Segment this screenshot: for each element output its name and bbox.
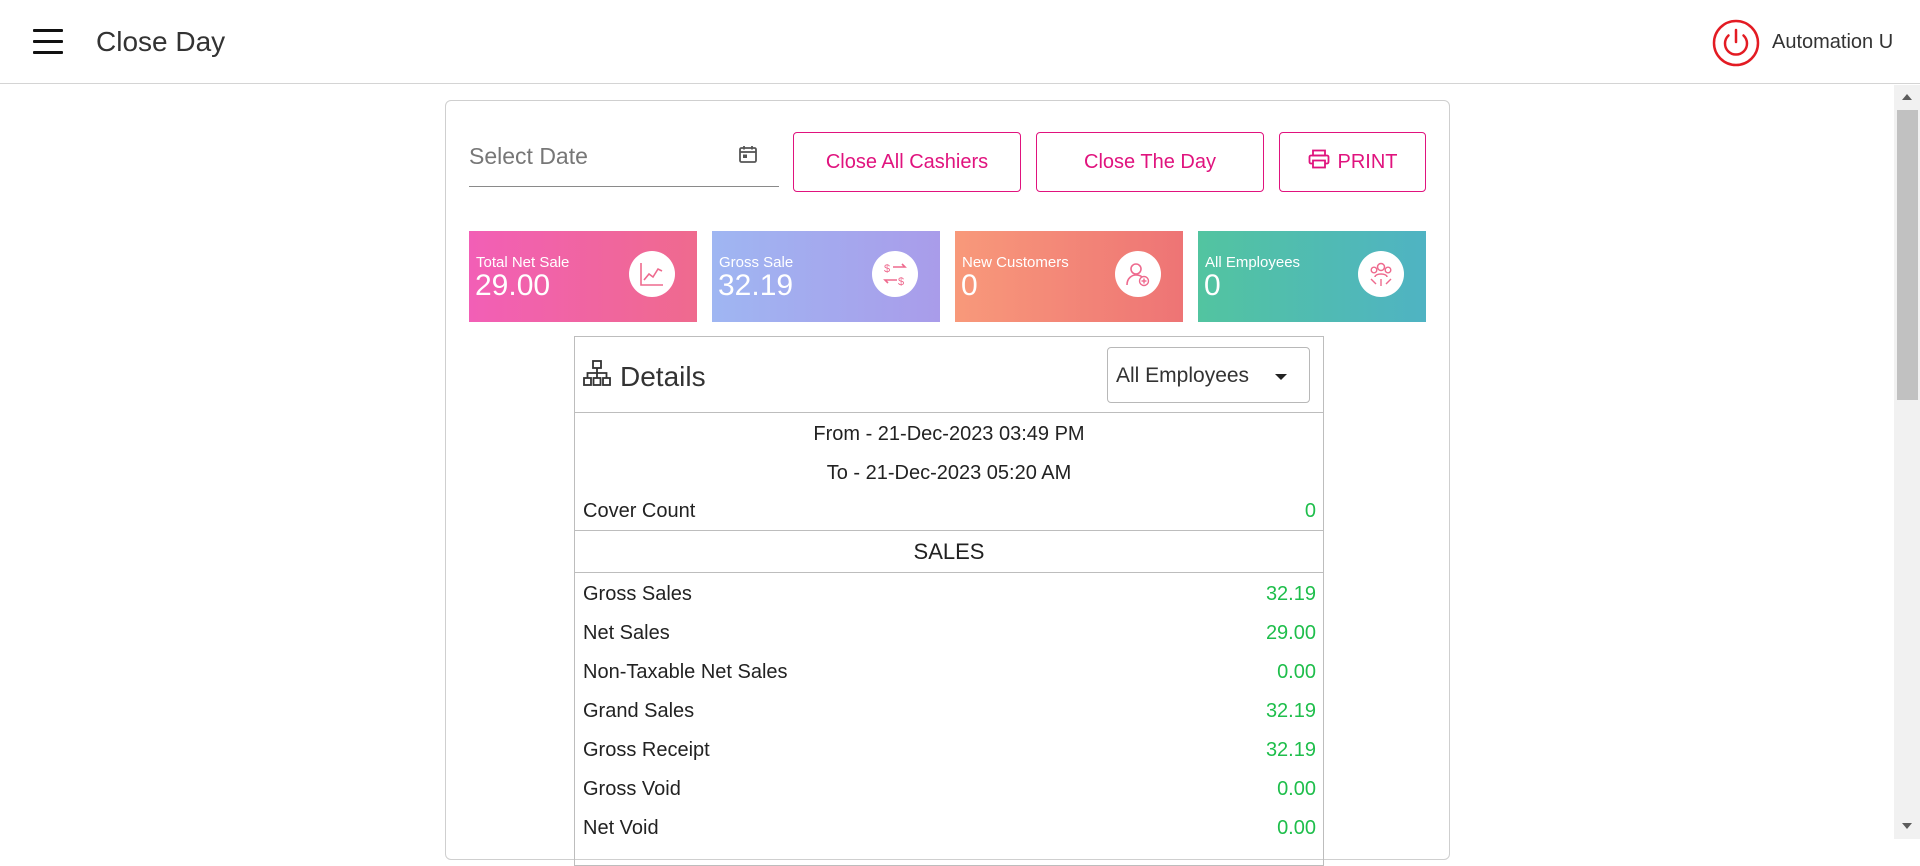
tile-value: 29.00 [475,269,551,302]
row-value: 29.00 [1265,622,1316,644]
team-icon [1358,251,1404,297]
cover-count-row: Cover Count 0 [575,496,1323,526]
details-title: Details [620,361,706,392]
table-row: Grand Sales 32.19 [575,696,1323,726]
row-label: Gross Void [583,778,681,800]
table-row: Non-Taxable Net Sales 0.00 [575,657,1323,687]
tile-value: 0 [961,269,978,302]
tile-value: 32.19 [718,269,794,302]
range-from: From - 21-Dec-2023 03:49 PM [813,423,1085,445]
row-value: 0 [1304,500,1316,522]
table-row: Gross Sales 32.19 [575,579,1323,609]
row-value: 32.19 [1265,583,1316,605]
printer-icon [1308,149,1330,175]
sales-heading: SALES [575,530,1323,573]
row-label: Grand Sales [583,700,695,722]
table-row: Gross Void 0.00 [575,774,1323,804]
print-label: PRINT [1337,150,1398,173]
scroll-thumb[interactable] [1897,110,1918,400]
close-the-day-button[interactable]: Close The Day [1036,132,1264,192]
total-net-sale-tile: Total Net Sale 29.00 [469,231,697,322]
table-row: Net Sales 29.00 [575,618,1323,648]
range-to: To - 21-Dec-2023 05:20 AM [826,462,1072,484]
sitemap-icon [583,359,611,387]
hamburger-menu-icon[interactable] [30,24,66,60]
svg-text:$: $ [884,263,890,275]
all-employees-tile: All Employees 0 [1198,231,1426,322]
row-value: 0.00 [1277,778,1316,800]
new-customers-tile: New Customers 0 [955,231,1183,322]
tile-value: 0 [1204,269,1221,302]
calendar-icon[interactable] [737,143,759,165]
chart-line-icon [629,251,675,297]
row-label: Non-Taxable Net Sales [583,661,788,683]
power-icon[interactable] [1712,19,1760,67]
employee-filter-value: All Employees [1116,364,1250,387]
row-label: Gross Receipt [583,739,710,761]
row-value: 32.19 [1265,739,1316,761]
row-value: 32.19 [1265,700,1316,722]
scroll-down-arrow-icon[interactable] [1894,819,1920,833]
close-day-card: Select Date Close All Cashiers Close The… [445,100,1450,866]
tile-label: New Customers [962,254,1069,271]
svg-text:$: $ [898,276,904,288]
top-app-bar: Close Day Automation U [0,0,1920,84]
employee-filter-select[interactable]: All Employees [1107,347,1310,403]
date-picker-input[interactable]: Select Date [469,131,779,187]
exchange-dollar-icon: $ $ [872,251,918,297]
row-label: Net Void [583,817,659,839]
user-name[interactable]: Automation U [1772,31,1893,54]
page-title: Close Day [96,26,226,57]
date-placeholder: Select Date [469,143,588,169]
row-label: Net Sales [583,622,670,644]
print-button[interactable]: PRINT [1279,132,1426,192]
chevron-down-icon [1275,374,1287,380]
user-add-icon [1115,251,1161,297]
details-header: Details All Employees [575,337,1323,413]
table-row: Gross Receipt 32.19 [575,735,1323,765]
scroll-up-arrow-icon[interactable] [1894,91,1920,105]
row-value: 0.00 [1277,817,1316,839]
row-value: 0.00 [1277,661,1316,683]
row-label: Cover Count [583,500,696,522]
details-panel: Details All Employees From - 21-Dec-2023… [574,336,1324,866]
page-scrollbar[interactable] [1894,85,1920,839]
close-all-cashiers-button[interactable]: Close All Cashiers [793,132,1021,192]
row-label: Gross Sales [583,583,692,605]
gross-sale-tile: Gross Sale 32.19 $ $ [712,231,940,322]
